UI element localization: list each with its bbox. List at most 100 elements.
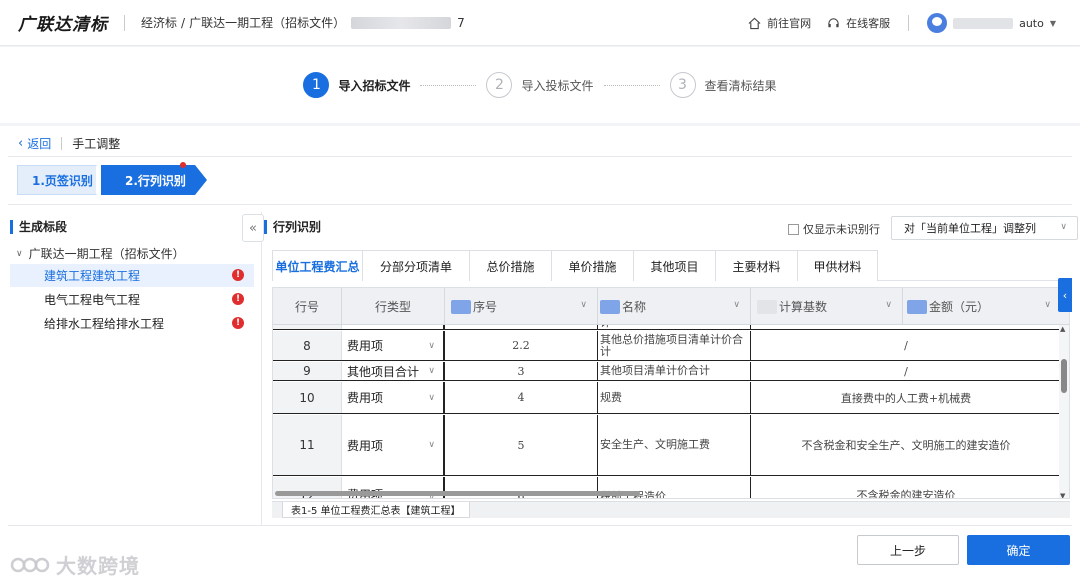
row-number: 8 <box>273 331 342 360</box>
section-title: 行列识别 <box>264 220 321 234</box>
tab-main-materials[interactable]: 主要材料 <box>715 250 798 281</box>
tree-item-label: 给排水工程给排水工程 <box>44 317 165 331</box>
row-number <box>273 325 342 329</box>
caret-down-icon: ▼ <box>1049 18 1056 28</box>
seq-cell: 2.2 <box>445 331 598 360</box>
name-cell: 规费 <box>598 382 751 413</box>
only-unrecognized-toggle[interactable]: 仅显示未识别行 <box>788 221 880 237</box>
service-link[interactable]: 在线客服 <box>827 15 890 31</box>
alert-icon: ! <box>232 293 244 305</box>
chevron-down-icon: ∨ <box>1060 222 1067 232</box>
column-type-chip <box>757 299 777 314</box>
name-cell: 安全生产、文明施工费 <box>598 415 751 475</box>
website-link[interactable]: 前往官网 <box>748 15 811 31</box>
tree-item-plumbing[interactable]: 给排水工程给排水工程 ! <box>10 312 254 335</box>
grid-header: 行号 行类型 序号 ∨ 名称 ∨ 计算基数 ∨ 金额（元） ∨ <box>273 288 1069 325</box>
table-row[interactable]: 9 其他项目合计 ∨ 3 其他项目清单计价合计 / <box>273 362 1069 381</box>
double-chevron-left-icon: « <box>249 220 257 236</box>
table-row[interactable]: 11 费用项 ∨ 5 安全生产、文明施工费 不含税金和安全生产、文明施工的建安造价 <box>273 415 1069 476</box>
website-label: 前往官网 <box>767 17 812 30</box>
step-label: 查看清标结果 <box>704 78 777 93</box>
section-title: 生成标段 <box>10 220 67 234</box>
name-cell: 其他总价措施项目清单计价合计 <box>598 331 751 360</box>
step-connector <box>420 84 477 86</box>
tab-unit-cost-summary[interactable]: 单位工程费汇总 <box>272 250 363 281</box>
chevron-down-icon: ∨ <box>580 300 587 310</box>
stage-tab-row-column-recognition[interactable]: 2.行列识别 <box>101 165 207 195</box>
chevron-down-icon: ∨ <box>428 392 435 403</box>
notification-dot <box>180 162 186 168</box>
calc-base-cell: / <box>904 364 908 378</box>
row-type-select[interactable]: 其他项目合计 ∨ <box>342 362 445 380</box>
tab-sub-items[interactable]: 分部分项清单 <box>362 250 470 281</box>
recognition-grid: 行号 行类型 序号 ∨ 名称 ∨ 计算基数 ∨ 金额（元） ∨ 8 费用项 ∨ … <box>272 287 1070 499</box>
tab-total-measures[interactable]: 总价措施 <box>469 250 552 281</box>
column-type-chip <box>451 299 471 314</box>
breadcrumb-project[interactable]: 广联达一期工程（招标文件） <box>189 14 345 31</box>
horizontal-scrollbar[interactable] <box>275 491 640 496</box>
table-row[interactable]: 10 费用项 ∨ 4 规费 直接费中的人工费+机械费 <box>273 382 1069 414</box>
username-suffix: auto <box>1019 16 1044 30</box>
column-header-amount[interactable]: 金额（元） ∨ <box>903 288 1061 325</box>
step-1: 1 导入招标文件 <box>303 72 410 98</box>
top-right-actions: 前往官网 在线客服 auto ▼ <box>748 0 1056 46</box>
checkbox-label: 仅显示未识别行 <box>803 223 880 236</box>
tree-item-electrical[interactable]: 电气工程电气工程 ! <box>10 288 254 311</box>
select-value: 其他项目合计 <box>347 364 420 379</box>
row-number: 11 <box>273 415 342 475</box>
tree-item-building[interactable]: 建筑工程建筑工程 ! <box>10 264 254 287</box>
breadcrumb-separator: / <box>181 15 186 30</box>
step-number: 1 <box>303 72 330 98</box>
page-title: 手工调整 <box>72 136 121 151</box>
column-label: 金额（元） <box>929 300 990 314</box>
column-header-seq[interactable]: 序号 ∨ <box>445 288 598 325</box>
main-panel: ‹ 返回 手工调整 1.页签识别 2.行列识别 生成标段 ∨ 广联达一期工程（招… <box>0 126 1080 581</box>
calc-base-cell: 不含税金和安全生产、文明施工的建安造价 <box>801 439 1011 452</box>
select-value: 费用项 <box>347 438 384 453</box>
confirm-button[interactable]: 确定 <box>967 535 1070 565</box>
scroll-up-icon[interactable]: ▲ <box>1060 325 1065 333</box>
column-adjust-select[interactable]: 对「当前单位工程」调整列 ∨ <box>891 216 1078 240</box>
column-label: 行类型 <box>374 300 411 314</box>
prev-button[interactable]: 上一步 <box>857 535 959 565</box>
back-button[interactable]: ‹ 返回 <box>18 135 51 152</box>
column-header-calc-base[interactable]: 计算基数 ∨ <box>751 288 903 325</box>
row-type-select[interactable]: 费用项 ∨ <box>342 382 445 413</box>
divider <box>124 14 125 31</box>
sheet-tab[interactable]: 表1-5 单位工程费汇总表【建筑工程】 <box>282 502 470 518</box>
chevron-left-icon: ‹ <box>1062 288 1068 302</box>
seq-cell <box>445 325 598 329</box>
row-type-select[interactable]: 费用项 ∨ <box>342 415 445 475</box>
stage-tab-page-recognition[interactable]: 1.页签识别 <box>17 165 108 195</box>
table-row[interactable]: 8 费用项 ∨ 2.2 其他总价措施项目清单计价合计 / <box>273 331 1069 361</box>
row-number: 10 <box>273 382 342 413</box>
chevron-down-icon: ∨ <box>733 300 740 310</box>
divider <box>61 136 63 150</box>
column-header-name[interactable]: 名称 ∨ <box>598 288 751 325</box>
collapse-pane-button[interactable]: « <box>242 214 264 242</box>
chevron-down-icon: ∨ <box>16 248 23 259</box>
tab-other-items[interactable]: 其他项目 <box>633 250 716 281</box>
breadcrumb-root[interactable]: 经济标 <box>141 14 177 31</box>
tree-root[interactable]: ∨ 广联达一期工程（招标文件） <box>16 245 185 262</box>
app-logo[interactable]: 广联达清标 <box>18 10 108 35</box>
tab-supplied-materials[interactable]: 甲供材料 <box>797 250 878 281</box>
back-label: 返回 <box>27 136 52 151</box>
tree-item-label: 电气工程电气工程 <box>44 293 141 307</box>
steps-bar: 1 导入招标文件 2 导入投标文件 3 查看清标结果 <box>0 47 1080 123</box>
breadcrumb-tail: 7 <box>457 15 465 30</box>
user-menu[interactable]: auto ▼ <box>927 13 1056 33</box>
vertical-scrollbar[interactable]: ▲ ▼ <box>1059 325 1069 498</box>
tab-unit-measures[interactable]: 单价措施 <box>551 250 634 281</box>
calc-base-cell: 直接费中的人工费+机械费 <box>840 391 972 405</box>
avatar <box>927 13 948 33</box>
checkbox[interactable] <box>788 223 799 235</box>
name-cell: 计 <box>598 325 751 329</box>
row-type-select[interactable]: 费用项 ∨ <box>342 331 445 360</box>
side-panel-toggle[interactable]: ‹ <box>1058 278 1072 312</box>
top-bar: 广联达清标 经济标 / 广联达一期工程（招标文件） 7 前往官网 在线客服 au… <box>0 0 1080 46</box>
scroll-down-icon[interactable]: ▼ <box>1060 492 1065 498</box>
divider <box>908 15 910 31</box>
step-label: 导入招标文件 <box>338 78 411 93</box>
scroll-thumb[interactable] <box>1061 359 1067 393</box>
